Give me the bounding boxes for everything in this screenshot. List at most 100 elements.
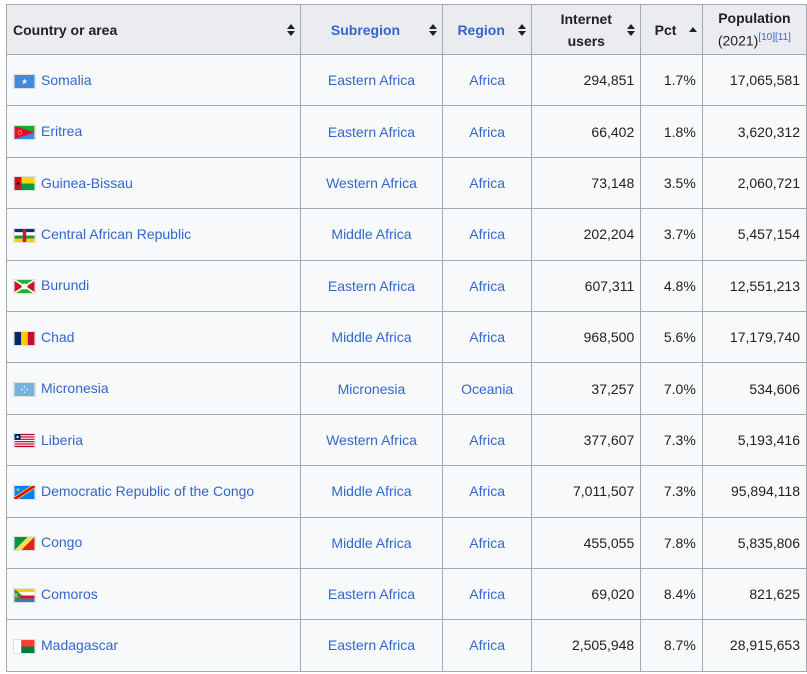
region-link[interactable]: Africa — [469, 175, 505, 191]
country-link[interactable]: Central African Republic — [41, 226, 191, 242]
country-link[interactable]: Burundi — [41, 277, 89, 293]
cell-population: 821,625 — [701, 567, 807, 621]
table-row: Burundi Eastern Africa Africa 607,311 4.8% 12… — [6, 259, 807, 312]
sort-both-icon[interactable] — [518, 23, 527, 36]
subregion-link[interactable]: Micronesia — [338, 381, 406, 397]
cell-population: 12,551,213 — [701, 259, 807, 312]
subregion-link[interactable]: Middle Africa — [331, 226, 411, 242]
region-link[interactable]: Africa — [469, 586, 505, 602]
header-population[interactable]: Population (2021)[10][11] — [701, 4, 807, 55]
chad-flag-icon[interactable] — [13, 330, 36, 346]
cell-pct: 1.8% — [640, 105, 703, 158]
sort-ascending-icon[interactable] — [688, 24, 697, 36]
header-country[interactable]: Country or area — [6, 4, 301, 55]
cell-internet-users: 73,148 — [531, 156, 642, 210]
subregion-link[interactable]: Eastern Africa — [328, 637, 415, 653]
subregion-link[interactable]: Middle Africa — [331, 329, 411, 345]
congo-flag-icon[interactable] — [13, 536, 36, 552]
cell-country: Madagascar — [6, 619, 301, 672]
country-link[interactable]: Micronesia — [41, 380, 109, 396]
header-region[interactable]: Region — [441, 4, 533, 55]
subregion-link[interactable]: Middle Africa — [331, 535, 411, 551]
region-link[interactable]: Africa — [469, 535, 505, 551]
cell-region: Africa — [441, 310, 533, 364]
subregion-link[interactable]: Western Africa — [326, 175, 417, 191]
country-link[interactable]: Guinea-Bissau — [41, 175, 133, 191]
cell-region: Africa — [441, 619, 533, 672]
subregion-link[interactable]: Eastern Africa — [328, 124, 415, 140]
header-pct-label: Pct — [654, 21, 677, 38]
region-link[interactable]: Africa — [469, 124, 505, 140]
cell-country: Burundi — [6, 259, 301, 312]
header-subregion[interactable]: Subregion — [300, 4, 443, 55]
comoros-flag-icon[interactable] — [13, 587, 36, 603]
country-link[interactable]: Somalia — [41, 72, 92, 88]
cell-population: 534,606 — [701, 362, 807, 415]
cell-country: Congo — [6, 516, 301, 569]
country-link[interactable]: Eritrea — [41, 123, 82, 139]
header-country-label: Country or area — [13, 21, 118, 38]
subregion-link[interactable]: Eastern Africa — [328, 72, 415, 88]
cell-pct: 8.7% — [640, 619, 703, 672]
country-link[interactable]: Chad — [41, 329, 74, 345]
header-internet-users[interactable]: Internet users — [531, 4, 642, 55]
header-region-link[interactable]: Region — [457, 22, 504, 38]
cell-pct: 3.7% — [640, 208, 703, 261]
cell-country: Guinea-Bissau — [6, 156, 301, 210]
cell-subregion: Western Africa — [300, 156, 443, 210]
cell-internet-users: 455,055 — [531, 516, 642, 569]
cell-region: Africa — [441, 53, 533, 107]
cell-region: Africa — [441, 208, 533, 261]
subregion-link[interactable]: Eastern Africa — [328, 586, 415, 602]
cell-country: Eritrea — [6, 105, 301, 158]
eritrea-flag-icon[interactable] — [13, 124, 36, 140]
header-subregion-link[interactable]: Subregion — [331, 22, 400, 38]
guinea-bissau-flag-icon[interactable] — [13, 176, 36, 192]
country-link[interactable]: Congo — [41, 534, 82, 550]
table-row: Micronesia Micronesia Oceania 37,257 7.0% 534… — [6, 362, 807, 415]
cell-internet-users: 7,011,507 — [531, 465, 642, 518]
car-flag-icon[interactable] — [13, 227, 36, 243]
somalia-flag-icon[interactable] — [13, 73, 36, 89]
population-reference-link[interactable]: [10][11] — [758, 32, 791, 43]
cell-population: 17,065,581 — [701, 53, 807, 107]
cell-pct: 5.6% — [640, 310, 703, 364]
cell-subregion: Middle Africa — [300, 465, 443, 518]
region-link[interactable]: Africa — [469, 483, 505, 499]
country-link[interactable]: Liberia — [41, 432, 83, 448]
cell-internet-users: 37,257 — [531, 362, 642, 415]
micronesia-flag-icon[interactable] — [13, 381, 36, 397]
cell-internet-users: 202,204 — [531, 208, 642, 261]
table-row: Somalia Eastern Africa Africa 294,851 1.7% 17… — [6, 53, 807, 107]
subregion-link[interactable]: Middle Africa — [331, 483, 411, 499]
cell-pct: 3.5% — [640, 156, 703, 210]
table-row: Central African Republic Middle Africa Afr… — [6, 208, 807, 261]
region-link[interactable]: Africa — [469, 278, 505, 294]
subregion-link[interactable]: Eastern Africa — [328, 278, 415, 294]
region-link[interactable]: Africa — [469, 72, 505, 88]
burundi-flag-icon[interactable] — [13, 279, 36, 295]
drc-flag-icon[interactable] — [13, 484, 36, 500]
cell-region: Oceania — [441, 362, 533, 415]
subregion-link[interactable]: Western Africa — [326, 432, 417, 448]
region-link[interactable]: Oceania — [461, 381, 513, 397]
cell-population: 95,894,118 — [701, 465, 807, 518]
madagascar-flag-icon[interactable] — [13, 638, 36, 654]
header-pct[interactable]: Pct — [640, 4, 703, 55]
country-link[interactable]: Comoros — [41, 586, 98, 602]
country-link[interactable]: Madagascar — [41, 637, 118, 653]
sort-both-icon[interactable] — [287, 23, 295, 36]
liberia-flag-icon[interactable] — [13, 433, 36, 449]
cell-region: Africa — [441, 516, 533, 569]
region-link[interactable]: Africa — [469, 432, 505, 448]
region-link[interactable]: Africa — [469, 226, 505, 242]
country-link[interactable]: Democratic Republic of the Congo — [41, 483, 254, 499]
cell-region: Africa — [441, 567, 533, 621]
region-link[interactable]: Africa — [469, 329, 505, 345]
region-link[interactable]: Africa — [469, 637, 505, 653]
cell-internet-users: 69,020 — [531, 567, 642, 621]
sort-both-icon[interactable] — [428, 23, 437, 36]
sort-both-icon[interactable] — [627, 23, 636, 36]
cell-subregion: Middle Africa — [300, 310, 443, 364]
cell-subregion: Western Africa — [300, 413, 443, 467]
